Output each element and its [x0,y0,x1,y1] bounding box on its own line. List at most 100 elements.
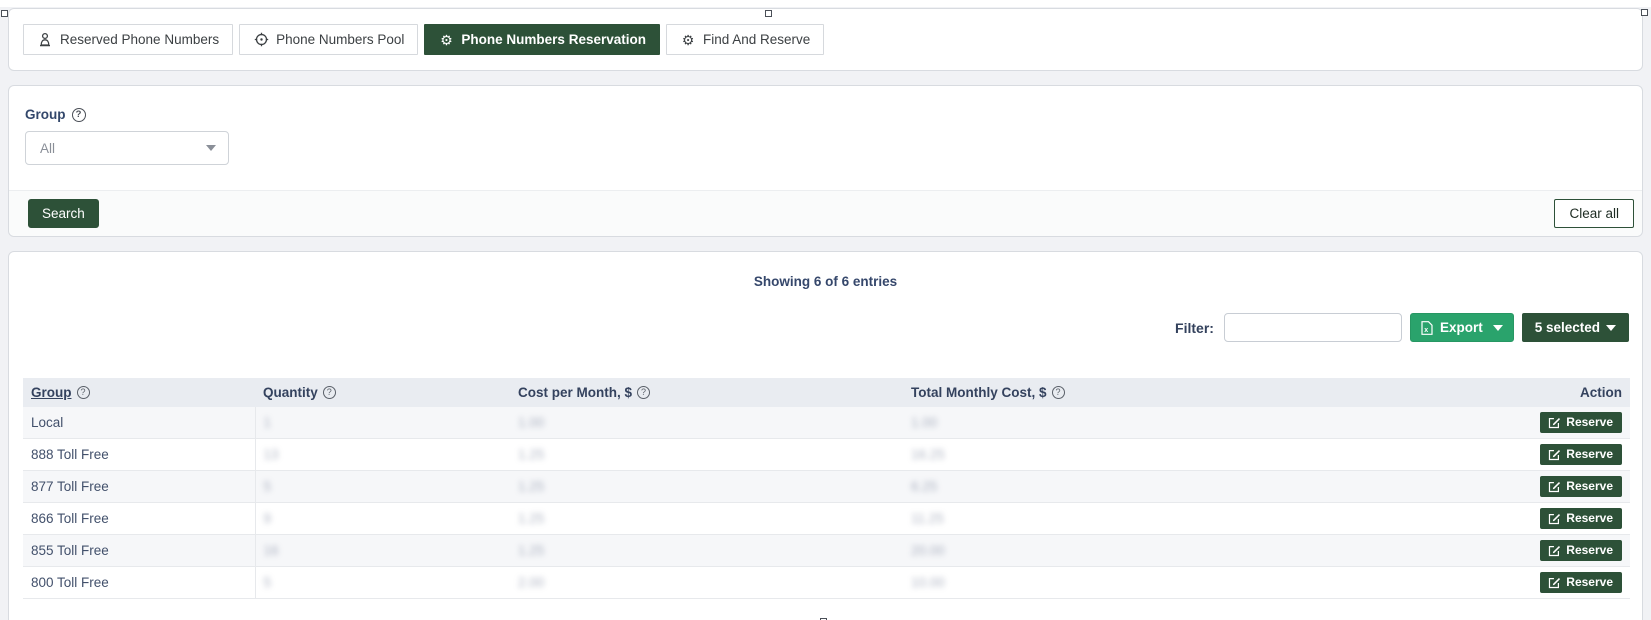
group-cell: Local [23,407,255,439]
action-cell: Reserve [1484,503,1630,535]
edit-square-icon [1548,480,1561,493]
reserve-button[interactable]: Reserve [1540,444,1622,465]
total-monthly-cost-cell: 10.00 [903,567,1484,599]
total-monthly-cost-cell: 6.25 [903,471,1484,503]
cogs-icon: ⚙ [680,32,696,48]
filter-footer: Search Clear all [9,190,1642,236]
cost-per-month-cell: 1.25 [510,471,903,503]
total-monthly-cost-cell: 20.00 [903,535,1484,567]
caret-down-icon [206,145,216,151]
quantity-cell: 13 [255,439,510,471]
quantity-cell: 9 [255,503,510,535]
showing-entries-text: Showing 6 of 6 entries [9,274,1642,289]
help-icon[interactable]: ? [323,386,336,399]
reserve-button[interactable]: Reserve [1540,508,1622,529]
reserve-button[interactable]: Reserve [1540,540,1622,561]
help-icon[interactable]: ? [72,108,86,122]
group-label: Group [25,107,66,122]
help-icon[interactable]: ? [1052,386,1065,399]
edit-square-icon [1548,512,1561,525]
target-icon [253,32,269,48]
edit-square-icon [1548,544,1561,557]
filter-label: Filter: [1175,320,1214,336]
table-row: 866 Toll Free 9 1.25 11.25 Reserve [23,503,1630,535]
reserve-button[interactable]: Reserve [1540,572,1622,593]
search-button[interactable]: Search [28,199,99,228]
column-header-total-monthly-cost: Total Monthly Cost, $? [903,378,1484,407]
table-row: Local 1 1.00 1.00 Reserve [23,407,1630,439]
tab-find-and-reserve[interactable]: ⚙ Find And Reserve [666,24,824,55]
action-cell: Reserve [1484,407,1630,439]
edit-square-icon [1548,448,1561,461]
tab-phone-numbers-pool[interactable]: Phone Numbers Pool [239,24,418,55]
filter-input[interactable] [1224,313,1402,342]
cost-per-month-cell: 1.00 [510,407,903,439]
cost-per-month-cell: 1.25 [510,503,903,535]
quantity-cell: 16 [255,535,510,567]
caret-down-icon [1493,325,1503,331]
group-cell: 855 Toll Free [23,535,255,567]
crop-handle[interactable] [1,10,8,17]
group-field-label: Group ? [25,107,1626,122]
column-header-group[interactable]: Group? [23,378,255,407]
search-filter-card: Group ? All Search Clear all [8,85,1643,237]
quantity-cell: 1 [255,407,510,439]
groups-table: Group? Quantity? Cost per Month, $? Tota… [23,378,1630,599]
table-row: 855 Toll Free 16 1.25 20.00 Reserve [23,535,1630,567]
total-monthly-cost-cell: 16.25 [903,439,1484,471]
cost-per-month-cell: 2.00 [510,567,903,599]
group-select-value: All [40,141,55,156]
export-button[interactable]: x Export [1410,313,1514,342]
selected-label: 5 selected [1535,320,1600,335]
action-cell: Reserve [1484,567,1630,599]
cogs-icon: ⚙ [438,32,454,48]
table-row: 888 Toll Free 13 1.25 16.25 Reserve [23,439,1630,471]
crop-handle[interactable] [765,10,772,17]
tab-phone-numbers-reservation[interactable]: ⚙ Phone Numbers Reservation [424,24,660,55]
group-cell: 877 Toll Free [23,471,255,503]
column-header-cost-per-month: Cost per Month, $? [510,378,903,407]
tabs-card: Reserved Phone Numbers Phone Numbers Poo… [8,8,1643,71]
group-cell: 800 Toll Free [23,567,255,599]
group-cell: 866 Toll Free [23,503,255,535]
svg-text:x: x [1424,327,1428,334]
action-cell: Reserve [1484,471,1630,503]
table-body: Local 1 1.00 1.00 Reserve 888 Toll Free … [23,407,1630,599]
column-header-quantity: Quantity? [255,378,510,407]
cost-per-month-cell: 1.25 [510,439,903,471]
edit-square-icon [1548,576,1561,589]
group-cell: 888 Toll Free [23,439,255,471]
person-icon [37,32,53,48]
cost-per-month-cell: 1.25 [510,535,903,567]
reserve-button[interactable]: Reserve [1540,476,1622,497]
total-monthly-cost-cell: 11.25 [903,503,1484,535]
tab-label: Reserved Phone Numbers [60,32,219,47]
edit-square-icon [1548,416,1561,429]
quantity-cell: 5 [255,567,510,599]
reserve-button[interactable]: Reserve [1540,412,1622,433]
table-controls: Filter: x Export 5 selected [9,313,1629,342]
action-cell: Reserve [1484,439,1630,471]
crop-handle[interactable] [1641,9,1648,16]
help-icon[interactable]: ? [77,386,90,399]
caret-down-icon [1606,325,1616,331]
column-header-action: Action [1484,378,1630,407]
columns-selected-button[interactable]: 5 selected [1522,313,1629,342]
results-card: Showing 6 of 6 entries Filter: x Export … [8,251,1643,620]
group-select[interactable]: All [25,131,229,165]
tab-reserved-phone-numbers[interactable]: Reserved Phone Numbers [23,24,233,55]
total-monthly-cost-cell: 1.00 [903,407,1484,439]
file-excel-icon: x [1421,321,1433,335]
tab-bar: Reserved Phone Numbers Phone Numbers Poo… [23,24,1628,55]
tab-label: Phone Numbers Reservation [461,32,646,47]
table-row: 800 Toll Free 5 2.00 10.00 Reserve [23,567,1630,599]
table-row: 877 Toll Free 5 1.25 6.25 Reserve [23,471,1630,503]
action-cell: Reserve [1484,535,1630,567]
help-icon[interactable]: ? [637,386,650,399]
clear-all-button[interactable]: Clear all [1554,199,1634,228]
quantity-cell: 5 [255,471,510,503]
table-header-row: Group? Quantity? Cost per Month, $? Tota… [23,378,1630,407]
export-label: Export [1440,320,1483,335]
tab-label: Find And Reserve [703,32,810,47]
tab-label: Phone Numbers Pool [276,32,404,47]
